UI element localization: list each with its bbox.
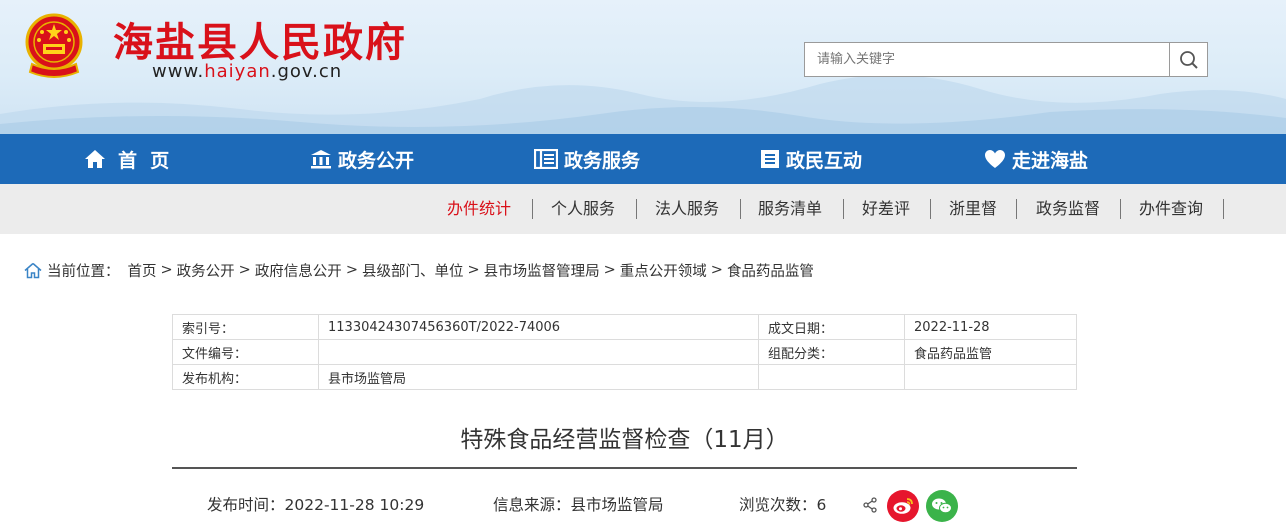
share-wechat-button[interactable] bbox=[926, 490, 958, 522]
table-row: 索引号： 11330424307456360T/2022-74006 成文日期：… bbox=[172, 314, 1077, 340]
sub-nav-divider bbox=[1120, 199, 1121, 219]
meta-label: 发布机构： bbox=[172, 364, 319, 390]
view-count: 浏览次数：6 bbox=[739, 496, 827, 514]
sub-nav-divider bbox=[1016, 199, 1017, 219]
breadcrumb-item[interactable]: 县级部门、单位 bbox=[362, 260, 464, 281]
breadcrumb-item[interactable]: 首页 bbox=[128, 260, 157, 281]
nav-item-gov-affairs[interactable]: 政务公开 bbox=[310, 134, 414, 184]
weibo-icon bbox=[893, 498, 913, 514]
national-emblem-icon bbox=[25, 13, 83, 78]
home-outline-icon bbox=[24, 262, 42, 278]
table-row: 文件编号： 组配分类： 食品药品监管 bbox=[172, 339, 1077, 365]
share-icon bbox=[863, 497, 877, 513]
breadcrumb-separator: > bbox=[160, 262, 173, 278]
sub-nav-item-service-list[interactable]: 服务清单 bbox=[758, 184, 822, 234]
meta-value-category: 食品药品监管 bbox=[904, 339, 1077, 365]
government-building-icon bbox=[311, 150, 331, 169]
breadcrumb-item[interactable]: 政府信息公开 bbox=[255, 260, 342, 281]
share-weibo-button[interactable] bbox=[887, 490, 919, 522]
sub-nav-divider bbox=[930, 199, 931, 219]
breadcrumb-separator: > bbox=[710, 262, 723, 278]
wechat-icon bbox=[932, 498, 952, 514]
site-url: www.haiyan.gov.cn bbox=[152, 61, 342, 82]
heart-icon bbox=[985, 150, 1005, 168]
meta-empty-cell bbox=[904, 364, 1077, 390]
nav-item-interaction[interactable]: 政民互动 bbox=[760, 134, 862, 184]
site-title: 海盐县人民政府 bbox=[113, 20, 407, 66]
document-list-icon bbox=[761, 150, 779, 168]
nav-item-label: 政务服务 bbox=[564, 149, 641, 172]
meta-label: 文件编号： bbox=[172, 339, 319, 365]
site-url-prefix: www. bbox=[152, 61, 205, 82]
meta-value-date: 2022-11-28 bbox=[904, 314, 1077, 340]
sub-nav-divider bbox=[636, 199, 637, 219]
nav-item-gov-services[interactable]: 政务服务 bbox=[534, 134, 640, 184]
meta-label: 组配分类： bbox=[758, 339, 905, 365]
service-list-icon bbox=[534, 149, 558, 169]
nav-item-label: 政务公开 bbox=[338, 149, 415, 172]
sub-nav-divider bbox=[843, 199, 844, 219]
sub-nav-item-zheli-supervision[interactable]: 浙里督 bbox=[949, 184, 997, 234]
meta-label: 索引号： bbox=[172, 314, 319, 340]
search-icon bbox=[1179, 50, 1198, 69]
site-url-highlight: haiyan bbox=[204, 61, 271, 82]
meta-label: 成文日期： bbox=[758, 314, 905, 340]
sub-nav-item-rating[interactable]: 好差评 bbox=[862, 184, 910, 234]
sub-nav-divider bbox=[532, 199, 533, 219]
document-meta-table: 索引号： 11330424307456360T/2022-74006 成文日期：… bbox=[172, 314, 1077, 390]
breadcrumb-item[interactable]: 政务公开 bbox=[177, 260, 235, 281]
sub-nav: 办件统计 个人服务 法人服务 服务清单 好差评 浙里督 政务监督 办件查询 bbox=[0, 184, 1286, 234]
breadcrumb-separator: > bbox=[345, 262, 358, 278]
sub-nav-item-case-statistics[interactable]: 办件统计 bbox=[447, 184, 511, 234]
article-title: 特殊食品经营监督检查（11月） bbox=[460, 427, 789, 453]
search-button[interactable] bbox=[1169, 42, 1208, 77]
site-header: 海盐县人民政府 www.haiyan.gov.cn bbox=[0, 0, 1286, 134]
breadcrumb-separator: > bbox=[603, 262, 616, 278]
sub-nav-item-case-query[interactable]: 办件查询 bbox=[1139, 184, 1203, 234]
meta-value-index-number: 11330424307456360T/2022-74006 bbox=[318, 314, 759, 340]
sub-nav-divider bbox=[1223, 199, 1224, 219]
sub-nav-item-legal-person-services[interactable]: 法人服务 bbox=[655, 184, 719, 234]
table-row: 发布机构： 县市场监管局 bbox=[172, 364, 1077, 390]
meta-value-publisher: 县市场监管局 bbox=[318, 364, 759, 390]
breadcrumb-prefix: 当前位置： bbox=[47, 263, 120, 280]
sub-nav-item-gov-supervision[interactable]: 政务监督 bbox=[1036, 184, 1100, 234]
site-url-suffix: .gov.cn bbox=[270, 61, 343, 82]
breadcrumb-item[interactable]: 食品药品监管 bbox=[727, 260, 814, 281]
nav-item-visit-haiyan[interactable]: 走进海盐 bbox=[984, 134, 1088, 184]
info-source: 信息来源：县市场监管局 bbox=[493, 496, 664, 514]
sub-nav-divider bbox=[740, 199, 741, 219]
main-nav: 首 页 政务公开 政务服务 政民互动 走进海盐 bbox=[0, 134, 1286, 184]
search-input[interactable] bbox=[804, 42, 1170, 77]
nav-item-label: 政民互动 bbox=[786, 149, 863, 172]
breadcrumb-separator: > bbox=[467, 262, 480, 278]
meta-value-document-number bbox=[318, 339, 759, 365]
title-divider bbox=[172, 467, 1077, 469]
breadcrumb-item[interactable]: 重点公开领域 bbox=[620, 260, 707, 281]
breadcrumb-separator: > bbox=[238, 262, 251, 278]
nav-item-label: 走进海盐 bbox=[1012, 149, 1089, 172]
nav-item-home[interactable]: 首 页 bbox=[84, 134, 169, 184]
nav-item-label: 首 页 bbox=[118, 149, 170, 172]
meta-empty-cell bbox=[758, 364, 905, 390]
publish-time: 发布时间：2022-11-28 10:29 bbox=[207, 496, 425, 514]
breadcrumb-item[interactable]: 县市场监督管理局 bbox=[484, 260, 600, 281]
breadcrumb: 当前位置： 首页 > 政务公开 > 政府信息公开 > 县级部门、单位 > 县市场… bbox=[24, 258, 814, 282]
home-icon bbox=[85, 150, 105, 168]
sub-nav-item-personal-services[interactable]: 个人服务 bbox=[551, 184, 615, 234]
